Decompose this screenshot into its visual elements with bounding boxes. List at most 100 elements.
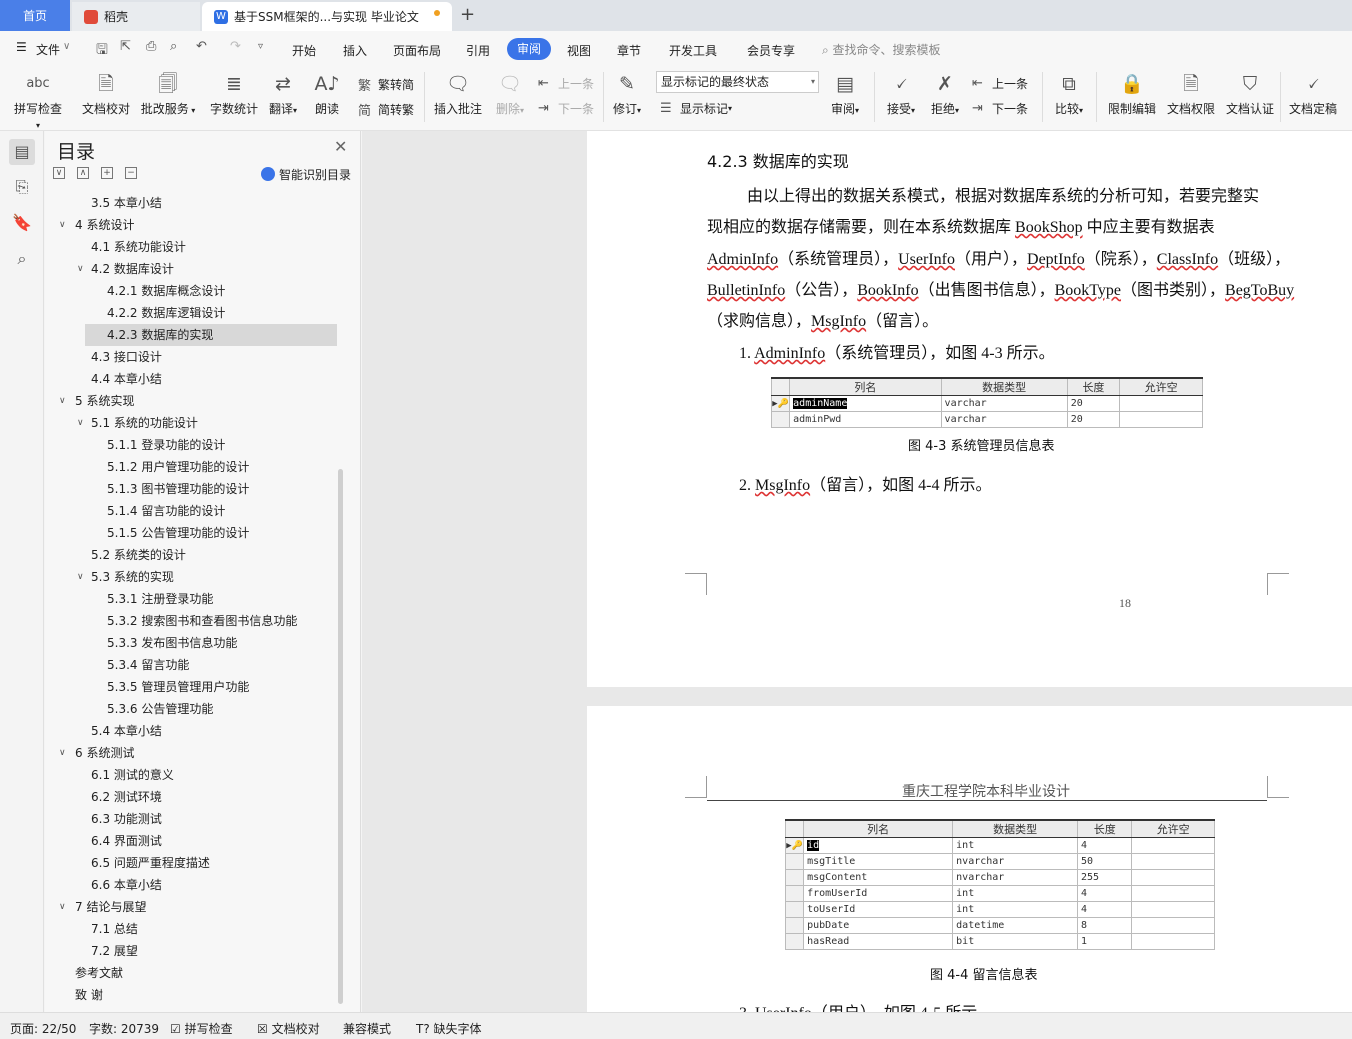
add-heading-icon[interactable]: + xyxy=(101,167,113,179)
tab-home[interactable]: 首页 xyxy=(0,0,70,31)
print-icon[interactable]: ⎙ xyxy=(146,39,156,54)
command-search[interactable]: ⌕ 查找命令、搜索模板 xyxy=(822,41,941,58)
new-tab-button[interactable]: + xyxy=(460,4,475,25)
close-icon[interactable]: ✕ xyxy=(334,137,347,156)
menu-developer[interactable]: 开发工具 xyxy=(669,42,717,59)
chevron-down-icon[interactable]: ∨ xyxy=(59,748,66,758)
chevron-down-icon[interactable]: ∨ xyxy=(59,220,66,230)
toc-item[interactable]: 5.3.4 留言功能 xyxy=(107,654,189,676)
expand-all-icon[interactable]: ∧ xyxy=(77,167,89,179)
toc-item[interactable]: 4.1 系统功能设计 xyxy=(91,236,186,258)
review-pane-button[interactable]: ▤ 审阅▾ xyxy=(826,72,864,117)
toc-item[interactable]: 6 系统测试 xyxy=(75,742,134,764)
insert-comment-button[interactable]: 🗨 插入批注 xyxy=(432,72,484,117)
word-count-button[interactable]: ≣ 字数统计 xyxy=(208,72,260,117)
word-count-indicator[interactable]: 字数: 20739 xyxy=(89,1020,159,1037)
doc-finalize-button[interactable]: 🗸 文档定稿 xyxy=(1286,72,1340,117)
menu-chapter[interactable]: 章节 xyxy=(617,42,641,59)
toc-item[interactable]: 6.6 本章小结 xyxy=(91,874,162,896)
doc-proofread-button[interactable]: 🗎 文档校对 xyxy=(80,72,132,117)
delete-comment-button[interactable]: 🗨 删除▾ xyxy=(490,72,530,117)
export-icon[interactable]: ⇱ xyxy=(120,39,131,54)
chevron-down-icon[interactable]: ∨ xyxy=(77,264,84,274)
toc-item[interactable]: 5.1 系统的功能设计 xyxy=(91,412,198,434)
next-comment-button[interactable]: ⇥ 下一条 xyxy=(538,100,594,117)
toc-item[interactable]: 4 系统设计 xyxy=(75,214,134,236)
correction-service-button[interactable]: 🗐 批改服务 ▾ xyxy=(140,72,196,117)
print-preview-icon[interactable]: ⌕ xyxy=(170,39,177,54)
toc-item[interactable]: 4.2 数据库设计 xyxy=(91,258,174,280)
toc-item[interactable]: 6.2 测试环境 xyxy=(91,786,162,808)
document-area[interactable]: 4.2.3 数据库的实现 由以上得出的数据关系模式，根据对数据库系统的分析可知，… xyxy=(362,131,1352,1012)
toc-item[interactable]: 5.1.5 公告管理功能的设计 xyxy=(107,522,249,544)
toc-item-selected[interactable]: 4.2.3 数据库的实现 xyxy=(107,324,213,346)
undo-icon[interactable]: ↶ xyxy=(196,39,207,54)
toc-item[interactable]: 5.1.2 用户管理功能的设计 xyxy=(107,456,249,478)
toc-item[interactable]: 致 谢 xyxy=(75,984,103,1006)
toc-item[interactable]: 6.1 测试的意义 xyxy=(91,764,174,786)
menu-start[interactable]: 开始 xyxy=(292,42,316,59)
chevron-down-icon[interactable]: ∨ xyxy=(77,418,84,428)
revise-button[interactable]: ✎ 修订▾ xyxy=(610,72,644,117)
hamburger-icon[interactable]: ☰ xyxy=(16,40,27,54)
bookmark-icon[interactable]: 🔖 xyxy=(12,213,32,233)
toc-item[interactable]: 4.2.1 数据库概念设计 xyxy=(107,280,225,302)
status-proofread[interactable]: ☒ 文档校对 xyxy=(257,1020,320,1037)
toc-item[interactable]: 5.3.5 管理员管理用户功能 xyxy=(107,676,249,698)
toc-item[interactable]: 4.2.2 数据库逻辑设计 xyxy=(107,302,225,324)
reject-button[interactable]: ✗ 拒绝▾ xyxy=(926,72,964,117)
show-markup-button[interactable]: ☰ 显示标记 ▾ xyxy=(660,100,732,117)
doc-permission-button[interactable]: 🗎 文档权限 xyxy=(1164,72,1218,117)
translate-button[interactable]: ⇄ 翻译▾ xyxy=(266,72,300,117)
compare-button[interactable]: ⧉ 比较▾ xyxy=(1050,72,1088,117)
smart-toc-button[interactable]: 智能识别目录 xyxy=(261,166,351,183)
toc-item[interactable]: 5.3 系统的实现 xyxy=(91,566,174,588)
menu-layout[interactable]: 页面布局 xyxy=(393,42,441,59)
toc-panel-icon[interactable]: ▤ xyxy=(9,139,35,165)
next-change-button[interactable]: ⇥ 下一条 xyxy=(972,100,1028,117)
prev-change-button[interactable]: ⇤ 上一条 xyxy=(972,75,1028,92)
toc-item[interactable]: 3.5 本章小结 xyxy=(91,192,162,214)
collapse-all-icon[interactable]: ∨ xyxy=(53,167,65,179)
restrict-edit-button[interactable]: 🔒 限制编辑 xyxy=(1104,72,1160,117)
toc-item[interactable]: 6.3 功能测试 xyxy=(91,808,162,830)
toc-item[interactable]: 5.4 本章小结 xyxy=(91,720,162,742)
menu-file[interactable]: 文件 xyxy=(36,41,60,58)
toc-item[interactable]: 5.3.1 注册登录功能 xyxy=(107,588,213,610)
missing-font-button[interactable]: T? 缺失字体 xyxy=(416,1020,482,1037)
menu-review[interactable]: 审阅 xyxy=(507,38,551,60)
toc-item[interactable]: 5.1.4 留言功能的设计 xyxy=(107,500,225,522)
tab-document[interactable]: W 基于SSM框架的...与实现 毕业论文 xyxy=(202,2,452,31)
toc-item[interactable]: 5.3.6 公告管理功能 xyxy=(107,698,213,720)
chevron-down-icon[interactable]: ∨ xyxy=(59,902,66,912)
menu-view[interactable]: 视图 xyxy=(567,42,591,59)
toc-item[interactable]: 4.4 本章小结 xyxy=(91,368,162,390)
chevron-down-icon[interactable]: ∨ xyxy=(77,572,84,582)
toc-item[interactable]: 6.4 界面测试 xyxy=(91,830,162,852)
more-icon[interactable]: ▿ xyxy=(258,41,263,52)
toc-item[interactable]: 5.1.3 图书管理功能的设计 xyxy=(107,478,249,500)
prev-comment-button[interactable]: ⇤ 上一条 xyxy=(538,75,594,92)
chevron-down-icon[interactable]: ∨ xyxy=(59,396,66,406)
remove-heading-icon[interactable]: − xyxy=(125,167,137,179)
tab-daoke[interactable]: 稻壳 xyxy=(72,2,200,31)
read-aloud-button[interactable]: A♪ 朗读 xyxy=(312,72,342,117)
redo-icon[interactable]: ↷ xyxy=(230,39,241,54)
find-icon[interactable]: ⌕ xyxy=(12,249,32,269)
menu-member[interactable]: 会员专享 xyxy=(747,42,795,59)
status-spell-check[interactable]: ☑ 拼写检查 xyxy=(170,1020,233,1037)
toc-item[interactable]: 5.3.3 发布图书信息功能 xyxy=(107,632,237,654)
toc-item[interactable]: 7.1 总结 xyxy=(91,918,138,940)
toc-item[interactable]: 4.3 接口设计 xyxy=(91,346,162,368)
spell-check-button[interactable]: abc 拼写检查 ▾ xyxy=(12,72,64,131)
accept-button[interactable]: 🗸 接受▾ xyxy=(882,72,920,117)
page-indicator[interactable]: 页面: 22/50 xyxy=(10,1020,76,1037)
markup-state-select[interactable]: 显示标记的最终状态 ▾ xyxy=(656,71,819,93)
traditional-button[interactable]: 繁繁转简 xyxy=(358,75,414,94)
toc-item[interactable]: 5 系统实现 xyxy=(75,390,134,412)
menu-reference[interactable]: 引用 xyxy=(466,42,490,59)
toc-item[interactable]: 5.3.2 搜索图书和查看图书信息功能 xyxy=(107,610,297,632)
toc-scrollbar[interactable] xyxy=(338,469,343,1004)
toc-item[interactable]: 7.2 展望 xyxy=(91,940,138,962)
toc-item[interactable]: 5.2 系统类的设计 xyxy=(91,544,186,566)
